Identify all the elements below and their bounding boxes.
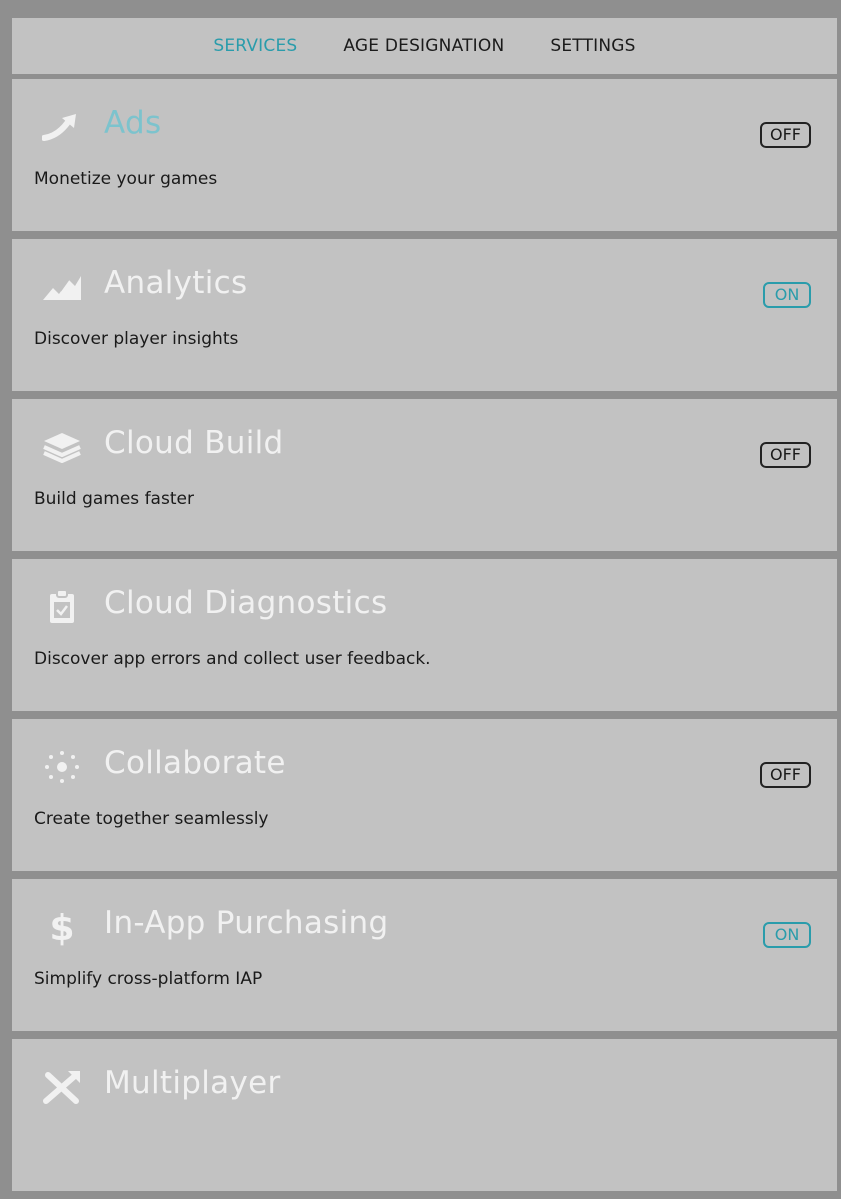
service-description: Discover app errors and collect user fee… <box>34 649 431 669</box>
service-description: Create together seamlessly <box>34 809 269 829</box>
service-description: Discover player insights <box>34 329 239 349</box>
service-title: Analytics <box>104 265 248 301</box>
service-description: Monetize your games <box>34 169 218 189</box>
clipboard-check-icon <box>40 585 84 629</box>
service-card-collaborate[interactable]: Collaborate Create together seamlessly O… <box>12 719 837 871</box>
dollar-icon: $ <box>40 905 84 949</box>
service-toggle-collaborate[interactable]: OFF <box>760 762 811 788</box>
service-description: Build games faster <box>34 489 194 509</box>
service-card-multiplayer[interactable]: Multiplayer <box>12 1039 837 1191</box>
service-card-analytics[interactable]: Analytics Discover player insights ON <box>12 239 837 391</box>
tab-bar: SERVICES AGE DESIGNATION SETTINGS <box>12 18 837 74</box>
service-card-cloud-build[interactable]: Cloud Build Build games faster OFF <box>12 399 837 551</box>
service-title: Collaborate <box>104 745 286 781</box>
service-toggle-cloud-build[interactable]: OFF <box>760 442 811 468</box>
service-title: Cloud Build <box>104 425 284 461</box>
service-card-in-app-purchasing[interactable]: $ In-App Purchasing Simplify cross-platf… <box>12 879 837 1031</box>
service-description: Simplify cross-platform IAP <box>34 969 263 989</box>
service-title: Cloud Diagnostics <box>104 585 388 621</box>
svg-text:$: $ <box>49 908 74 947</box>
service-toggle-analytics[interactable]: ON <box>763 282 811 308</box>
service-title: Multiplayer <box>104 1065 281 1101</box>
tab-age-designation[interactable]: AGE DESIGNATION <box>343 36 504 56</box>
trending-arrow-icon <box>40 105 84 149</box>
service-card-ads[interactable]: Ads Monetize your games OFF <box>12 79 837 231</box>
services-list: Ads Monetize your games OFF Analytics Di… <box>12 79 837 1199</box>
service-title: Ads <box>104 105 162 141</box>
service-toggle-in-app-purchasing[interactable]: ON <box>763 922 811 948</box>
network-nodes-icon <box>40 745 84 789</box>
services-window: SERVICES AGE DESIGNATION SETTINGS Ads Mo… <box>8 8 841 1191</box>
service-toggle-ads[interactable]: OFF <box>760 122 811 148</box>
crossed-arrows-icon <box>40 1065 84 1109</box>
tab-settings[interactable]: SETTINGS <box>550 36 635 56</box>
service-card-cloud-diagnostics[interactable]: Cloud Diagnostics Discover app errors an… <box>12 559 837 711</box>
chart-area-icon <box>40 265 84 309</box>
service-title: In-App Purchasing <box>104 905 389 941</box>
tab-services[interactable]: SERVICES <box>213 36 297 56</box>
layers-icon <box>40 425 84 469</box>
